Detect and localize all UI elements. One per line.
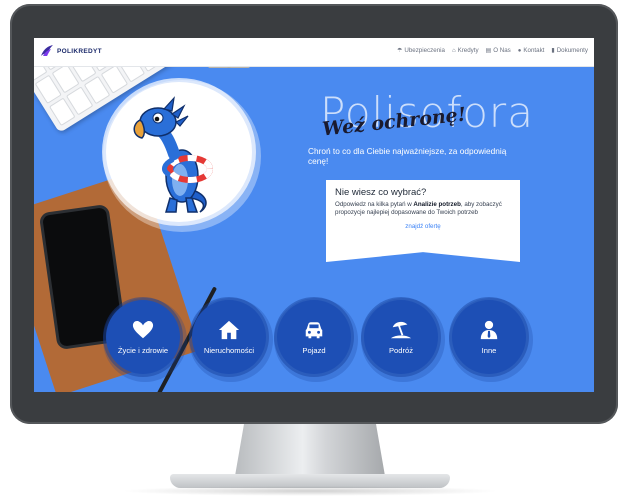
nav-label: O Nas — [493, 47, 511, 54]
building-icon: ▤ — [485, 48, 492, 54]
category-life-health[interactable]: Życie i zdrowie — [106, 300, 180, 374]
umbrella-icon: ☂ — [396, 48, 403, 54]
nav-item-kredyty[interactable]: ⌂ Kredyty — [452, 47, 479, 54]
card-text: Odpowiedz na kilka pytań w Analizie potr… — [335, 201, 502, 216]
nav-item-dokumenty[interactable]: ▮ Dokumenty — [551, 47, 588, 54]
category-label: Inne — [481, 346, 497, 355]
map-pin-icon: ● — [517, 47, 522, 54]
nav-label: Kredyty — [457, 47, 479, 54]
person-icon — [480, 320, 498, 340]
nav-label: Dokumenty — [556, 47, 588, 54]
category-travel[interactable]: Podróż — [364, 300, 438, 374]
monitor-shadow — [120, 486, 500, 496]
nav-item-ubezpieczenia[interactable]: ☂ Ubezpieczenia — [397, 47, 445, 54]
home-icon: ⌂ — [451, 47, 456, 54]
category-label: Życie i zdrowie — [117, 346, 169, 355]
website-screen: POLIKREDYT ☂ Ubezpieczenia ⌂ Kredyty ▤ O… — [34, 38, 594, 392]
heart-icon — [132, 321, 154, 339]
nav-item-kontakt[interactable]: ● Kontakt — [518, 47, 545, 54]
analysis-link-text: Analizie potrzeb — [413, 201, 461, 208]
category-other[interactable]: Inne — [452, 300, 526, 374]
category-label: Pojazd — [302, 346, 326, 355]
category-label: Podróż — [388, 346, 414, 355]
logo-bird-icon — [41, 45, 53, 56]
category-real-estate[interactable]: Nieruchomości — [192, 300, 266, 374]
site-header: POLIKREDYT ☂ Ubezpieczenia ⌂ Kredyty ▤ O… — [34, 38, 594, 67]
nav-label: Ubezpieczenia — [404, 47, 445, 54]
brand-logo[interactable]: POLIKREDYT — [40, 44, 102, 58]
dragon-mascot-illustration — [133, 96, 213, 213]
main-nav: ☂ Ubezpieczenia ⌂ Kredyty ▤ O Nas ● Kont… — [397, 47, 588, 54]
nav-item-o-nas[interactable]: ▤ O Nas — [486, 47, 511, 54]
brand-name: POLIKREDYT — [57, 47, 102, 55]
card-title: Nie wiesz co wybrać? — [335, 187, 427, 198]
car-icon — [305, 322, 323, 339]
hero-subtitle: Chroń to co dla Ciebie najważniejsze, za… — [308, 146, 507, 166]
nav-label: Kontakt — [523, 47, 545, 54]
house-icon — [218, 320, 240, 340]
needs-analysis-card: Nie wiesz co wybrać? Odpowiedz na kilka … — [326, 180, 520, 262]
category-label: Nieruchomości — [203, 346, 255, 355]
monitor-stand-neck — [235, 424, 385, 476]
document-icon: ▮ — [551, 48, 555, 54]
category-vehicle[interactable]: Pojazd — [277, 300, 351, 374]
beach-umbrella-icon — [390, 321, 412, 339]
find-offer-link[interactable]: znajdź ofertę — [335, 223, 511, 230]
